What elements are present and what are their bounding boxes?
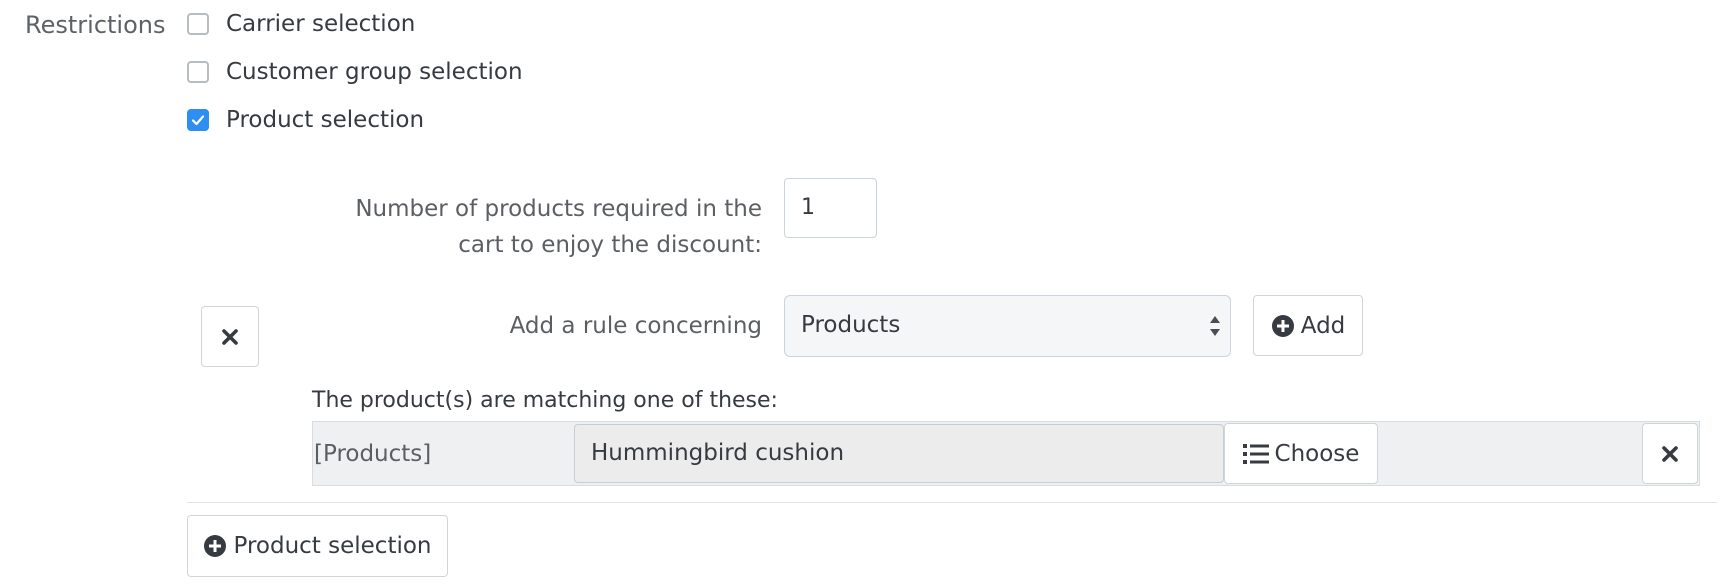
plus-circle-icon — [1271, 314, 1295, 338]
quantity-label-line2: cart to enjoy the discount: — [458, 232, 762, 258]
list-icon — [1242, 443, 1269, 465]
divider — [187, 502, 1717, 503]
rule-type-cell: [Products] — [314, 441, 432, 467]
restrictions-label: Restrictions — [25, 11, 166, 39]
selected-product-field[interactable]: Hummingbird cushion — [574, 424, 1224, 483]
remove-rule-group-button[interactable] — [201, 306, 259, 367]
choose-product-button[interactable]: Choose — [1224, 423, 1378, 484]
quantity-input[interactable]: 1 — [784, 178, 877, 238]
add-product-selection-label: Product selection — [233, 533, 432, 559]
product-selection-checkbox[interactable] — [187, 109, 209, 131]
rule-type-select-value: Products — [801, 312, 901, 338]
carrier-selection-checkbox[interactable] — [187, 13, 209, 35]
quantity-required-label: Number of products required in the cart … — [260, 191, 762, 263]
matching-label: The product(s) are matching one of these… — [312, 388, 778, 413]
product-selection-option[interactable]: Product selection — [187, 103, 424, 137]
add-product-selection-button[interactable]: Product selection — [187, 515, 448, 577]
add-rule-button-label: Add — [1300, 312, 1346, 339]
close-icon — [222, 328, 238, 345]
close-icon — [1662, 445, 1678, 462]
choose-product-button-label: Choose — [1274, 440, 1360, 467]
carrier-selection-option[interactable]: Carrier selection — [187, 7, 415, 41]
remove-product-button[interactable] — [1642, 423, 1698, 484]
customer-group-selection-label: Customer group selection — [226, 59, 523, 85]
quantity-label-line1: Number of products required in the — [355, 196, 762, 222]
select-arrows-icon — [1210, 316, 1220, 336]
rule-concerning-label: Add a rule concerning — [509, 313, 762, 339]
checkmark-icon — [191, 115, 205, 126]
product-selection-label: Product selection — [226, 107, 425, 133]
customer-group-selection-option[interactable]: Customer group selection — [187, 55, 523, 89]
plus-circle-icon — [203, 534, 227, 558]
rule-type-select[interactable]: Products — [784, 295, 1231, 357]
add-rule-button[interactable]: Add — [1253, 295, 1363, 356]
carrier-selection-label: Carrier selection — [226, 11, 416, 37]
customer-group-selection-checkbox[interactable] — [187, 61, 209, 83]
